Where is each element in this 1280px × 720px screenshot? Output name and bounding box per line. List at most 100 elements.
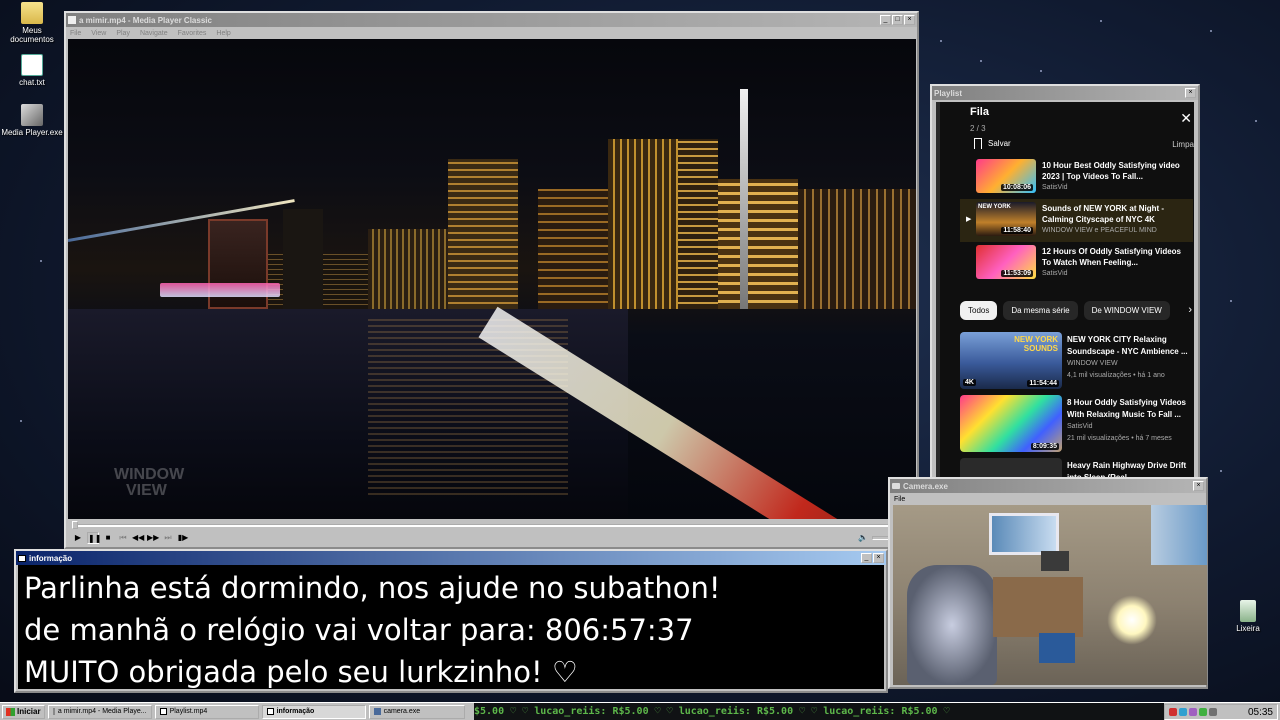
window-title: Camera.exe <box>903 481 948 491</box>
window-curtain <box>1151 505 1207 565</box>
desktop-icon-media-player[interactable]: Media Player.exe <box>0 104 64 137</box>
menu-file[interactable]: File <box>70 30 81 37</box>
camera-titlebar[interactable]: Camera.exe × <box>890 479 1206 493</box>
window-icon <box>266 708 274 715</box>
menu-view[interactable]: View <box>91 30 106 37</box>
close-button[interactable]: × <box>873 553 884 563</box>
ferry <box>160 283 280 297</box>
channel-name: WINDOW VIEW e PEACEFUL MIND <box>1042 227 1157 234</box>
media-player-titlebar[interactable]: a mimir.mp4 - Media Player Classic _ □ × <box>66 13 917 27</box>
duration-badge: 8:09:35 <box>1030 443 1059 450</box>
clear-button[interactable]: Limpa <box>1172 140 1194 149</box>
minimize-button[interactable]: _ <box>880 15 891 25</box>
close-icon[interactable]: ✕ <box>1180 110 1192 127</box>
task-informacao[interactable]: informação <box>261 704 366 719</box>
armchair <box>907 565 997 685</box>
recommended-item[interactable]: Heavy Rain Highway Drive Drift into Slee… <box>960 458 1194 478</box>
4k-badge: 4K <box>963 379 976 386</box>
channel-name: WINDOW VIEW <box>1067 360 1118 367</box>
playback-controls: ▶ ❚❚ ■ ⏮ ◀◀ ▶▶ ⏭ ▮▶ 🔈 <box>70 531 916 545</box>
close-button[interactable]: × <box>1193 481 1204 491</box>
duration-badge: 11:58:40 <box>1001 227 1033 234</box>
queue-item-active[interactable]: ▶ NEW YORK 11:58:40 Sounds of NEW YORK a… <box>960 199 1193 242</box>
seek-track[interactable] <box>72 524 914 527</box>
seek-thumb[interactable] <box>72 521 78 529</box>
playlist-titlebar[interactable]: Playlist × <box>932 86 1198 100</box>
clock[interactable]: 05:35 <box>1248 707 1273 718</box>
task-playlist[interactable]: Playlist.mp4 <box>154 704 259 719</box>
minimize-button[interactable]: _ <box>861 553 872 563</box>
youtube-queue-panel: Fila 2 / 3 ✕ Salvar Limpa 10:08:06 10 Ho… <box>936 102 1194 478</box>
scrollbar[interactable] <box>936 102 940 478</box>
folder-icon <box>21 2 43 24</box>
queue-item[interactable]: 11:53:09 12 Hours Of Oddly Satisfying Vi… <box>960 242 1193 285</box>
desktop-icon-label: Lixeira <box>1236 624 1260 633</box>
recommended-item[interactable]: NEW YORK SOUNDS 4K 11:54:44 NEW YORK CIT… <box>960 332 1194 392</box>
duration-badge: 11:54:44 <box>1027 380 1059 387</box>
queue-item[interactable]: 10:08:06 10 Hour Best Oddly Satisfying v… <box>960 156 1193 199</box>
video-thumbnail: 8:09:35 <box>960 395 1062 452</box>
task-media-player[interactable]: a mimir.mp4 - Media Playe... <box>47 704 152 719</box>
skip-forward-button[interactable]: ⏭ <box>162 532 174 544</box>
desktop-icon-lixeira[interactable]: Lixeira <box>1216 600 1280 633</box>
start-label: Iniciar <box>17 707 41 716</box>
menu-favorites[interactable]: Favorites <box>178 30 207 37</box>
thumbnail-caption: NEW YORK SOUNDS <box>1014 335 1058 353</box>
maximize-button[interactable]: □ <box>892 15 903 25</box>
save-label: Salvar <box>988 139 1011 148</box>
tray-app-icon[interactable] <box>1199 708 1207 716</box>
video-thumbnail <box>960 458 1062 478</box>
volume-icon[interactable] <box>1209 708 1217 716</box>
save-button[interactable]: Salvar <box>974 138 1011 149</box>
info-message: Parlinha está dormindo, nos ajude no sub… <box>18 565 884 689</box>
skyline-building <box>740 89 748 309</box>
window-icon <box>159 708 167 715</box>
duration-badge: 11:53:09 <box>1001 270 1033 277</box>
info-titlebar[interactable]: informação _ × <box>16 551 886 565</box>
media-player-window-icon <box>68 16 76 24</box>
playlist-window: Playlist × Fila 2 / 3 ✕ Salvar Limpa 10:… <box>930 84 1200 482</box>
recommended-item[interactable]: 8:09:35 8 Hour Oddly Satisfying Videos W… <box>960 395 1194 455</box>
chip-channel[interactable]: De WINDOW VIEW <box>1083 301 1170 320</box>
task-camera[interactable]: camera.exe <box>368 704 465 719</box>
skip-back-button[interactable]: ⏮ <box>117 532 129 544</box>
stop-button[interactable]: ■ <box>102 532 114 544</box>
fast-forward-button[interactable]: ▶▶ <box>147 532 159 544</box>
menu-help[interactable]: Help <box>216 30 230 37</box>
chevron-right-icon[interactable]: › <box>1188 304 1192 316</box>
menu-navigate[interactable]: Navigate <box>140 30 168 37</box>
close-button[interactable]: × <box>1185 88 1196 98</box>
play-button[interactable]: ▶ <box>72 532 84 544</box>
chip-same-series[interactable]: Da mesma série <box>1003 301 1078 320</box>
video-display[interactable]: WINDOW VIEW <box>68 39 916 519</box>
table <box>993 577 1083 637</box>
tray-app-icon[interactable] <box>1189 708 1197 716</box>
menu-play[interactable]: Play <box>116 30 130 37</box>
window-title: Playlist <box>934 88 963 98</box>
frame-step-button[interactable]: ▮▶ <box>177 532 189 544</box>
webcam-feed <box>893 505 1207 685</box>
media-player-icon <box>52 708 55 715</box>
close-button[interactable]: × <box>904 15 915 25</box>
desktop-icon-label: Media Player.exe <box>1 128 63 137</box>
desktop-icon-meus-documentos[interactable]: Meus documentos <box>0 2 64 44</box>
video-title: 12 Hours Of Oddly Satisfying Videos To W… <box>1042 247 1181 267</box>
skyline-building <box>798 189 916 309</box>
video-thumbnail: NEW YORK 11:58:40 <box>976 202 1036 236</box>
chip-todos[interactable]: Todos <box>960 301 998 320</box>
media-player-window: a mimir.mp4 - Media Player Classic _ □ ×… <box>64 11 919 549</box>
start-button[interactable]: Iniciar <box>2 704 45 719</box>
tray-app-icon[interactable] <box>1169 708 1177 716</box>
menu-file[interactable]: File <box>894 496 905 503</box>
pause-button[interactable]: ❚❚ <box>87 532 101 544</box>
info-window: informação _ × Parlinha está dormindo, n… <box>14 549 888 693</box>
desktop-icon-chat-txt[interactable]: chat.txt <box>0 54 64 87</box>
seek-bar[interactable] <box>70 521 916 529</box>
bookmark-icon <box>974 138 982 149</box>
tray-app-icon[interactable] <box>1179 708 1187 716</box>
rewind-button[interactable]: ◀◀ <box>132 532 144 544</box>
camera-menubar: File <box>890 493 1206 505</box>
channel-name: SatisVid <box>1067 423 1093 430</box>
task-label: informação <box>276 708 315 715</box>
volume-icon[interactable]: 🔈 <box>857 532 869 544</box>
